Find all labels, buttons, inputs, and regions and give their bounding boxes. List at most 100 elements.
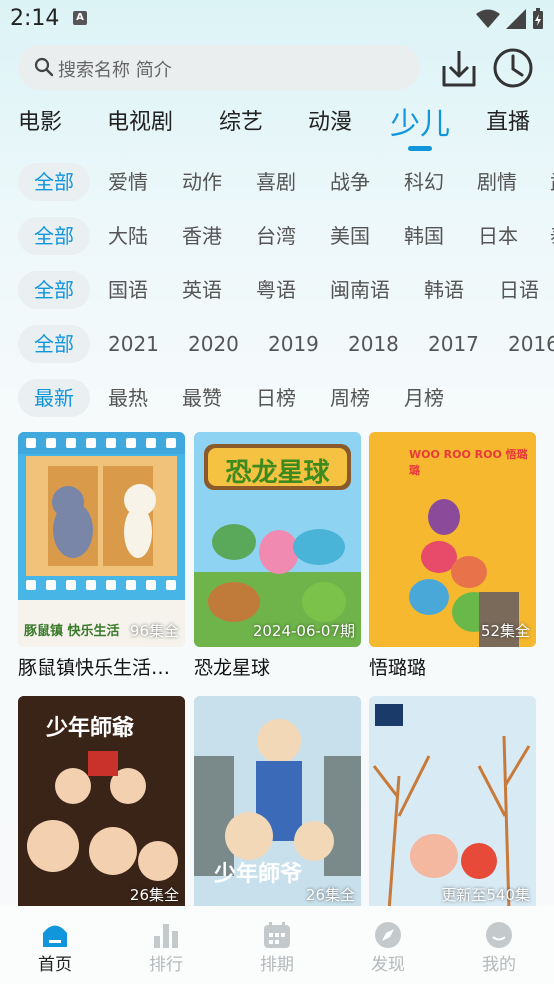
region-filter-row: 全部 大陆 香港 台湾 美国 韩国 日本 泰 [0,217,554,257]
year-chip[interactable]: 2019 [268,325,319,363]
nav-label: 我的 [482,955,516,975]
language-chip[interactable]: 粤语 [256,271,296,309]
language-chip[interactable]: 韩语 [424,271,464,309]
video-title[interactable]: 豚鼠镇快乐生活… [18,653,185,680]
year-chip[interactable]: 2018 [348,325,399,363]
region-chip[interactable]: 美国 [330,217,370,255]
status-icons [476,8,544,30]
region-chip[interactable]: 韩国 [404,217,444,255]
year-chip[interactable]: 2016 [508,325,554,363]
video-thumbnail[interactable]: 少年師爺 26集全 [18,696,185,911]
thumbnail-text: 少年師爷 [214,862,303,887]
language-chip[interactable]: 闽南语 [330,271,390,309]
language-chip[interactable]: 全部 [18,271,90,309]
nav-discover[interactable]: 发现 [333,906,443,984]
nav-label: 排行 [149,955,183,975]
genre-chip[interactable]: 全部 [18,163,90,201]
thumbnail-text: 少年師爺 [46,716,135,741]
history-clock-icon[interactable] [492,47,534,89]
video-thumbnail[interactable]: 少年師爷 26集全 [194,696,361,911]
genre-chip[interactable]: 爱情 [108,163,148,201]
search-input[interactable]: 搜索名称 简介 [18,45,420,90]
genre-chip[interactable]: 武 [550,163,554,201]
video-card[interactable]: 少年師爺 26集全 [18,696,185,917]
sort-chip[interactable]: 最赞 [182,379,222,417]
sort-chip[interactable]: 周榜 [330,379,370,417]
battery-icon [533,8,543,29]
episode-badge: 96集全 [129,622,179,640]
nav-ranking[interactable]: 排行 [111,906,221,984]
episode-badge: 2024-06-07期 [252,622,355,640]
sort-chip[interactable]: 月榜 [404,379,444,417]
year-chip[interactable]: 2017 [428,325,479,363]
video-title[interactable]: 恐龙星球 [194,653,361,680]
tab-anime[interactable]: 动漫 [308,104,352,136]
language-filter-row: 全部 国语 英语 粤语 闽南语 韩语 日语 [0,271,554,311]
language-chip[interactable]: 日语 [499,271,539,309]
region-chip[interactable]: 台湾 [256,217,296,255]
signal-icon [506,9,526,29]
search-icon [34,57,54,77]
sort-chip[interactable]: 最热 [108,379,148,417]
nav-profile[interactable]: 我的 [444,906,554,984]
video-card[interactable]: 恐龙星球 2024-06-07期 恐龙星球 [194,432,361,680]
thumbnail-art [18,432,185,647]
genre-chip[interactable]: 剧情 [477,163,517,201]
video-thumbnail[interactable]: 恐龙星球 2024-06-07期 [194,432,361,647]
wifi-icon [476,9,500,28]
notification-a-icon: A [73,11,87,25]
status-bar: 2:14 A [0,0,554,38]
sort-filter-row: 最新 最热 最赞 日榜 周榜 月榜 [0,379,554,419]
discover-icon [375,922,401,948]
language-chip[interactable]: 国语 [108,271,148,309]
genre-chip[interactable]: 战争 [330,163,370,201]
video-title[interactable]: 悟璐璐 [369,653,536,680]
year-chip[interactable]: 2021 [108,325,159,363]
year-chip[interactable]: 全部 [18,325,90,363]
video-card[interactable]: WOO ROO ROO 悟璐璐 52集全 悟璐璐 [369,432,536,680]
nav-schedule[interactable]: 排期 [222,906,332,984]
region-chip[interactable]: 泰 [550,217,554,255]
thumbnail-text: 豚鼠镇 快乐生活 [24,624,120,639]
tab-live[interactable]: 直播 [486,104,530,136]
year-filter-row: 全部 2021 2020 2019 2018 2017 2016 [0,325,554,365]
bottom-navigation: 首页 排行 排期 发现 我的 [0,906,554,984]
sort-chip[interactable]: 最新 [18,379,90,417]
language-chip[interactable]: 英语 [182,271,222,309]
region-chip[interactable]: 日本 [478,217,518,255]
nav-label: 发现 [371,955,405,975]
search-placeholder: 搜索名称 简介 [58,60,172,81]
video-thumbnail[interactable]: 更新至540集 [369,696,536,911]
video-card[interactable]: 更新至540集 [369,696,536,917]
thumbnail-text: 恐龙星球 [225,458,330,488]
nav-label: 排期 [260,955,294,975]
episode-badge: 26集全 [305,886,355,904]
active-tab-indicator [408,146,432,151]
episode-badge: 更新至540集 [441,886,530,904]
nav-home[interactable]: 首页 [0,906,110,984]
region-chip[interactable]: 香港 [182,217,222,255]
genre-chip[interactable]: 喜剧 [256,163,296,201]
video-card[interactable]: 豚鼠镇 快乐生活 96集全 豚鼠镇快乐生活… [18,432,185,680]
region-chip[interactable]: 全部 [18,217,90,255]
tab-movie[interactable]: 电影 [18,104,62,136]
tab-variety[interactable]: 综艺 [219,104,263,136]
download-icon[interactable] [440,48,478,88]
tab-kids[interactable]: 少儿 [390,99,450,143]
nav-label: 首页 [38,955,72,975]
tab-tv-series[interactable]: 电视剧 [107,104,173,136]
category-tabs: 电影 电视剧 综艺 动漫 少儿 直播 [0,104,554,154]
genre-filter-row: 全部 爱情 动作 喜剧 战争 科幻 剧情 武 [0,163,554,203]
episode-badge: 26集全 [129,886,179,904]
video-thumbnail[interactable]: 豚鼠镇 快乐生活 96集全 [18,432,185,647]
calendar-icon [264,922,290,948]
region-chip[interactable]: 大陆 [108,217,148,255]
video-thumbnail[interactable]: WOO ROO ROO 悟璐璐 52集全 [369,432,536,647]
sort-chip[interactable]: 日榜 [256,379,296,417]
bar-chart-icon [154,924,178,948]
genre-chip[interactable]: 科幻 [404,163,444,201]
year-chip[interactable]: 2020 [188,325,239,363]
genre-chip[interactable]: 动作 [182,163,222,201]
thumbnail-text: WOO ROO ROO 悟璐璐 [409,448,528,477]
video-card[interactable]: 少年師爷 26集全 [194,696,361,917]
